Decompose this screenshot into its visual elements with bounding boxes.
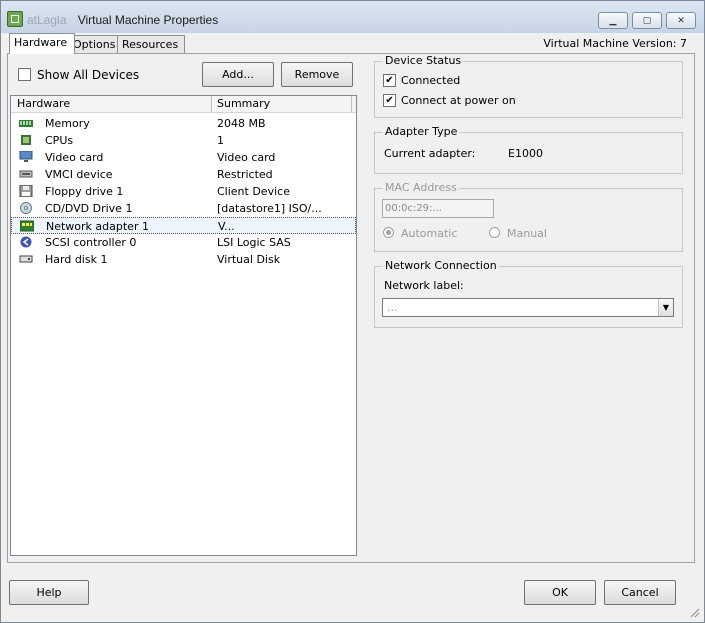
hardware-name: Video card — [45, 151, 104, 164]
cpu-icon — [21, 135, 31, 145]
hardware-summary: 1 — [217, 134, 224, 147]
connect-at-power-on-checkbox[interactable]: ✔ — [383, 94, 396, 107]
hardware-row-scsi-controller[interactable]: SCSI controller 0 LSI Logic SAS — [11, 234, 356, 251]
vm-properties-window: atLagla Virtual Machine Properties ▁ ▢ ✕… — [0, 0, 705, 623]
column-separator[interactable] — [351, 96, 352, 112]
hardware-row-cpus[interactable]: CPUs 1 — [11, 132, 356, 149]
chevron-down-icon[interactable]: ▼ — [658, 299, 673, 316]
hardware-row-video-card[interactable]: Video card Video card — [11, 149, 356, 166]
connected-checkbox[interactable]: ✔ — [383, 74, 396, 87]
hardware-panel: Show All Devices Add... Remove Hardware … — [7, 53, 695, 563]
checkmark-icon: ✔ — [385, 95, 394, 106]
column-hardware[interactable]: Hardware — [17, 97, 70, 110]
scsi-icon — [20, 236, 32, 248]
hardware-row-hard-disk[interactable]: Hard disk 1 Virtual Disk — [11, 251, 356, 268]
hardware-name: CD/DVD Drive 1 — [45, 202, 133, 215]
show-all-devices-checkbox[interactable] — [18, 68, 31, 81]
hardware-row-network-adapter[interactable]: Network adapter 1 V... — [11, 217, 356, 234]
hardware-name: CPUs — [45, 134, 74, 147]
vm-name: atLagla — [27, 13, 67, 27]
hardware-row-floppy-drive[interactable]: Floppy drive 1 Client Device — [11, 183, 356, 200]
tab-hardware-label: Hardware — [14, 36, 68, 49]
hardware-name: Hard disk 1 — [45, 253, 108, 266]
hardware-summary: Video card — [217, 151, 276, 164]
hardware-summary: [datastore1] ISO/... — [217, 202, 322, 215]
add-button[interactable]: Add... — [202, 62, 274, 87]
window-title-text: Virtual Machine Properties — [77, 13, 219, 27]
hardware-name: Network adapter 1 — [46, 220, 149, 233]
network-connection-title: Network Connection — [383, 259, 499, 272]
current-adapter-label: Current adapter: — [384, 147, 476, 160]
show-all-devices-label: Show All Devices — [37, 68, 140, 82]
network-label-caption: Network label: — [384, 279, 464, 292]
mac-address-group: MAC Address 00:0c:29:... Automatic Manua… — [374, 181, 683, 252]
hardware-summary: V... — [218, 220, 235, 233]
mac-address-field: 00:0c:29:... — [382, 199, 494, 218]
hardware-name: SCSI controller 0 — [45, 236, 137, 249]
resize-grip-icon[interactable] — [688, 606, 700, 618]
vsphere-app-icon — [7, 11, 23, 27]
window-title: atLagla Virtual Machine Properties — [27, 13, 218, 27]
network-connection-group: Network Connection Network label: ... ▼ — [374, 259, 683, 328]
automatic-radio — [383, 227, 394, 238]
hardware-summary: 2048 MB — [217, 117, 266, 130]
tab-options-label: Options — [73, 38, 116, 51]
hardware-summary: Virtual Disk — [217, 253, 281, 266]
close-icon: ✕ — [677, 15, 685, 26]
minimize-button[interactable]: ▁ — [598, 12, 628, 29]
tab-resources-label: Resources — [122, 38, 179, 51]
adapter-type-group: Adapter Type Current adapter: E1000 — [374, 125, 683, 174]
hardware-name: Floppy drive 1 — [45, 185, 124, 198]
disk-icon — [19, 255, 33, 263]
memory-icon — [19, 120, 33, 127]
tab-options[interactable]: Options — [68, 35, 118, 54]
connect-at-power-on-label: Connect at power on — [401, 94, 516, 107]
help-button[interactable]: Help — [9, 580, 89, 605]
connected-label: Connected — [401, 74, 461, 87]
tab-hardware[interactable]: Hardware — [9, 33, 75, 54]
close-button[interactable]: ✕ — [666, 12, 696, 29]
vmci-icon — [19, 170, 33, 178]
adapter-type-title: Adapter Type — [383, 125, 460, 138]
maximize-icon: ▢ — [642, 15, 652, 26]
device-status-title: Device Status — [383, 54, 464, 67]
hardware-row-cd-dvd-drive[interactable]: CD/DVD Drive 1 [datastore1] ISO/... — [11, 200, 356, 217]
cd-icon — [20, 202, 32, 214]
network-label-value: ... — [387, 301, 398, 314]
cancel-button[interactable]: Cancel — [604, 580, 676, 605]
hardware-row-vmci-device[interactable]: VMCI device Restricted — [11, 166, 356, 183]
device-status-group: Device Status ✔ Connected ✔ Connect at p… — [374, 54, 683, 118]
maximize-button[interactable]: ▢ — [632, 12, 662, 29]
hardware-name: Memory — [45, 117, 90, 130]
remove-button[interactable]: Remove — [281, 62, 353, 87]
hardware-list-header: Hardware Summary — [11, 96, 356, 113]
manual-radio — [489, 227, 500, 238]
network-icon — [20, 220, 34, 232]
minimize-icon: ▁ — [609, 15, 617, 26]
current-adapter-value: E1000 — [508, 147, 543, 160]
dialog-content: Hardware Options Resources Virtual Machi… — [5, 33, 697, 563]
hardware-summary: Restricted — [217, 168, 273, 181]
checkmark-icon: ✔ — [385, 75, 394, 86]
hardware-name: VMCI device — [45, 168, 113, 181]
floppy-icon — [19, 185, 33, 197]
automatic-label: Automatic — [401, 227, 458, 240]
ok-button[interactable]: OK — [524, 580, 596, 605]
column-separator[interactable] — [211, 96, 212, 112]
hardware-summary: LSI Logic SAS — [217, 236, 291, 249]
monitor-icon — [19, 151, 33, 162]
dialog-footer: Help OK Cancel — [1, 563, 704, 622]
hardware-row-memory[interactable]: Memory 2048 MB — [11, 115, 356, 132]
manual-label: Manual — [507, 227, 547, 240]
hardware-summary: Client Device — [217, 185, 290, 198]
mac-address-title: MAC Address — [383, 181, 459, 194]
column-summary[interactable]: Summary — [217, 97, 270, 110]
title-bar[interactable]: atLagla Virtual Machine Properties ▁ ▢ ✕ — [1, 1, 704, 33]
vm-version-label: Virtual Machine Version: 7 — [543, 37, 687, 50]
hardware-list: Hardware Summary Memory 2048 MB CPUs 1 V… — [10, 95, 357, 556]
network-label-dropdown[interactable]: ... ▼ — [382, 298, 674, 317]
tab-resources[interactable]: Resources — [117, 35, 185, 54]
